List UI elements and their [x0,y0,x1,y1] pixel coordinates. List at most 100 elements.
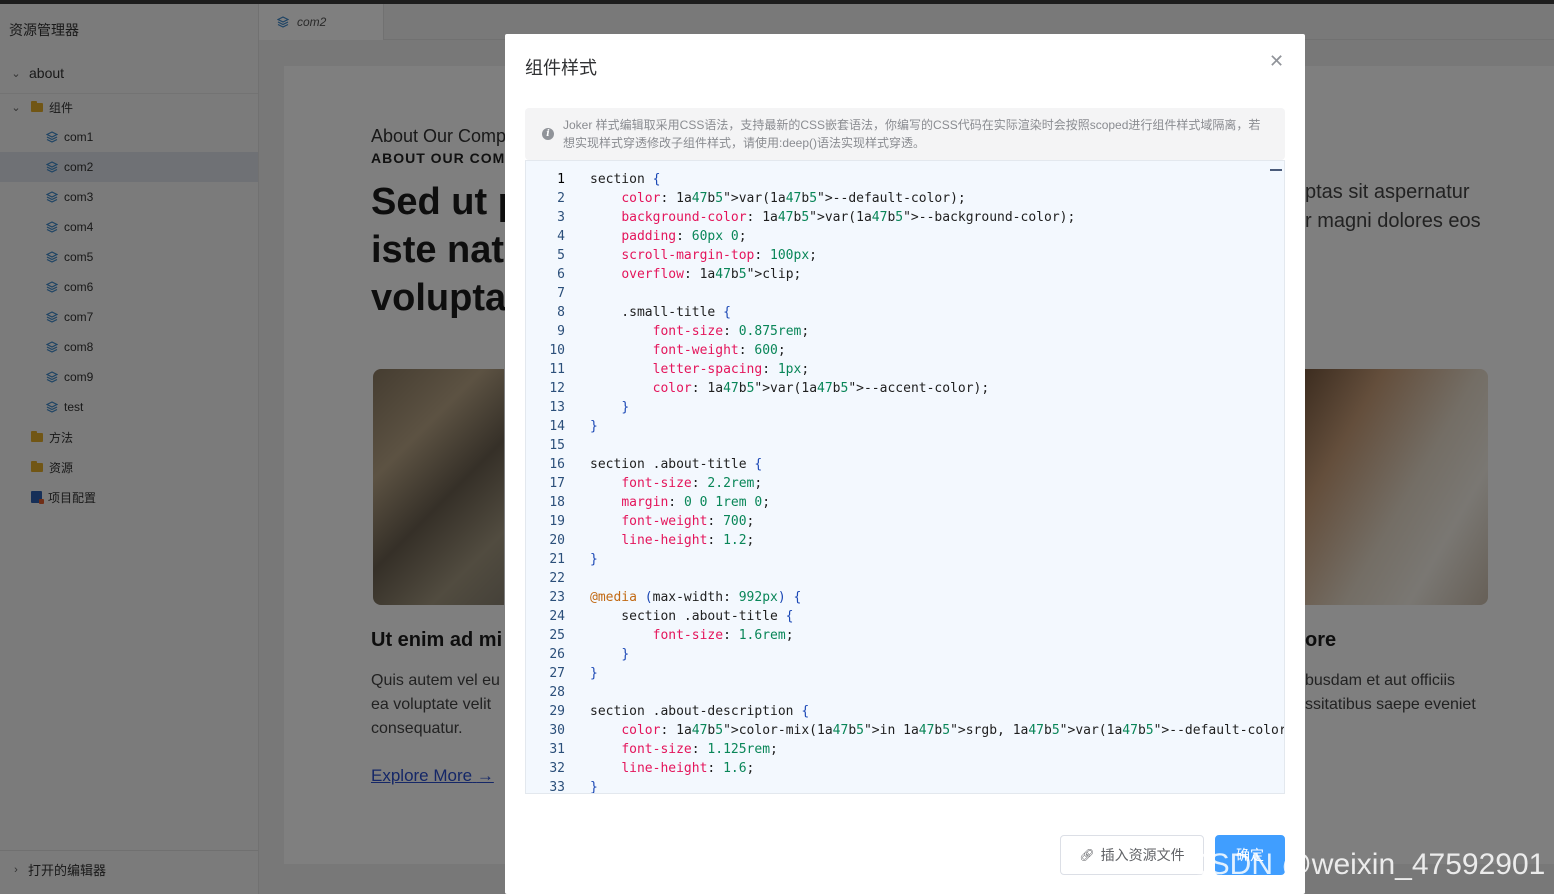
line-text: font-size: 1.6rem; [652,628,794,643]
code-line[interactable]: 11 letter-spacing: 1px; [526,360,1284,379]
info-notice: i Joker 样式编辑取采用CSS语法，支持最新的CSS嵌套语法，你编写的CS… [525,108,1285,160]
line-text: section .about-title { [590,457,763,472]
line-number: 20 [549,533,565,548]
line-text: @media (max-width: 992px) { [590,590,802,605]
code-line[interactable]: 13 } [526,398,1284,417]
code-line[interactable]: 7 [526,284,1284,303]
line-number: 10 [549,343,565,358]
line-number: 14 [549,419,565,434]
insert-label: 插入资源文件 [1100,847,1185,863]
code-line[interactable]: 18 margin: 0 0 1rem 0; [526,493,1284,512]
line-number: 17 [549,476,565,491]
css-code-editor[interactable]: 1 section { 2 color: 1a47b5">var(1a47b5">-… [525,160,1285,794]
line-text: line-height: 1.6; [621,761,755,776]
line-text: overflow: 1a47b5">clip; [621,267,802,282]
line-text: } [590,419,598,434]
line-number: 29 [549,704,565,719]
code-line[interactable]: 12 color: 1a47b5">var(1a47b5">--accent-c… [526,379,1284,398]
code-line[interactable]: 29 section .about-description { [526,702,1284,721]
line-text [565,436,590,455]
link-icon: 🔗︎ [1079,848,1095,862]
line-number: 22 [549,571,565,586]
code-line[interactable]: 9 font-size: 0.875rem; [526,322,1284,341]
code-line[interactable]: 19 font-weight: 700; [526,512,1284,531]
line-number: 16 [549,457,565,472]
dialog-title: 组件样式 [525,58,597,78]
code-line[interactable]: 4 padding: 60px 0; [526,227,1284,246]
line-number: 28 [549,685,565,700]
line-text: } [590,666,598,681]
line-number: 18 [549,495,565,510]
notice-text: Joker 样式编辑取采用CSS语法，支持最新的CSS嵌套语法，你编写的CSS代… [563,118,1261,150]
line-number: 8 [557,305,565,320]
component-style-dialog: 组件样式 ✕ i Joker 样式编辑取采用CSS语法，支持最新的CSS嵌套语法… [505,34,1305,894]
info-icon: i [542,128,554,140]
code-area[interactable]: 1 section { 2 color: 1a47b5">var(1a47b5">-… [526,170,1284,794]
line-text [565,284,590,303]
insert-resource-button[interactable]: 🔗︎ 插入资源文件 [1060,835,1204,875]
line-number: 13 [549,400,565,415]
code-line[interactable]: 31 font-size: 1.125rem; [526,740,1284,759]
line-number: 33 [549,780,565,794]
line-number: 1 [557,172,565,187]
code-line[interactable]: 3 background-color: 1a47b5">var(1a47b5">… [526,208,1284,227]
code-line[interactable]: 10 font-weight: 600; [526,341,1284,360]
code-line[interactable]: 30 color: 1a47b5">color-mix(1a47b5">in 1… [526,721,1284,740]
line-text: section .about-description { [590,704,810,719]
code-line[interactable]: 1 section { [526,170,1284,189]
line-text: padding: 60px 0; [621,229,747,244]
line-text: } [590,780,598,794]
code-line[interactable]: 5 scroll-margin-top: 100px; [526,246,1284,265]
code-line[interactable]: 2 color: 1a47b5">var(1a47b5">--default-c… [526,189,1284,208]
line-text: } [590,552,598,567]
line-text: margin: 0 0 1rem 0; [621,495,771,510]
line-text: .small-title { [590,305,731,320]
close-icon[interactable]: ✕ [1269,51,1284,72]
line-text: font-weight: 600; [652,343,786,358]
code-line[interactable]: 28 [526,683,1284,702]
line-text: section { [590,172,661,187]
line-number: 31 [549,742,565,757]
code-line[interactable]: 15 [526,436,1284,455]
line-text: } [621,400,630,415]
code-line[interactable]: 23 @media (max-width: 992px) { [526,588,1284,607]
code-line[interactable]: 27} [526,664,1284,683]
line-number: 6 [557,267,565,282]
line-text: font-size: 2.2rem; [621,476,763,491]
line-number: 5 [557,248,565,263]
line-text: background-color: 1a47b5">var(1a47b5">--… [621,210,1076,225]
code-line[interactable]: 32 line-height: 1.6; [526,759,1284,778]
code-line[interactable]: 26 } [526,645,1284,664]
code-line[interactable]: 24 section .about-title { [526,607,1284,626]
line-text [565,569,590,588]
line-number: 24 [549,609,565,624]
line-number: 7 [557,286,565,301]
line-number: 27 [549,666,565,681]
line-number: 3 [557,210,565,225]
code-line[interactable]: 22 [526,569,1284,588]
line-number: 30 [549,723,565,738]
line-text: } [621,647,630,662]
line-number: 21 [549,552,565,567]
line-text: font-size: 1.125rem; [621,742,778,757]
code-line[interactable]: 20 line-height: 1.2; [526,531,1284,550]
line-text: font-weight: 700; [621,514,755,529]
line-text [565,683,590,702]
line-text: section .about-title { [590,609,794,624]
line-text: color: 1a47b5">var(1a47b5">--default-col… [621,191,966,206]
line-number: 9 [557,324,565,339]
watermark: CSDN @weixin_47592901 [1188,848,1546,881]
code-line[interactable]: 17 font-size: 2.2rem; [526,474,1284,493]
line-number: 15 [549,438,565,453]
code-line[interactable]: 25 font-size: 1.6rem; [526,626,1284,645]
line-text: letter-spacing: 1px; [652,362,810,377]
code-line[interactable]: 8 .small-title { [526,303,1284,322]
code-line[interactable]: 33} [526,778,1284,794]
code-line[interactable]: 6 overflow: 1a47b5">clip; [526,265,1284,284]
line-text: line-height: 1.2; [621,533,755,548]
line-number: 25 [549,628,565,643]
code-line[interactable]: 14} [526,417,1284,436]
code-line[interactable]: 16 section .about-title { [526,455,1284,474]
code-line[interactable]: 21} [526,550,1284,569]
line-number: 26 [549,647,565,662]
